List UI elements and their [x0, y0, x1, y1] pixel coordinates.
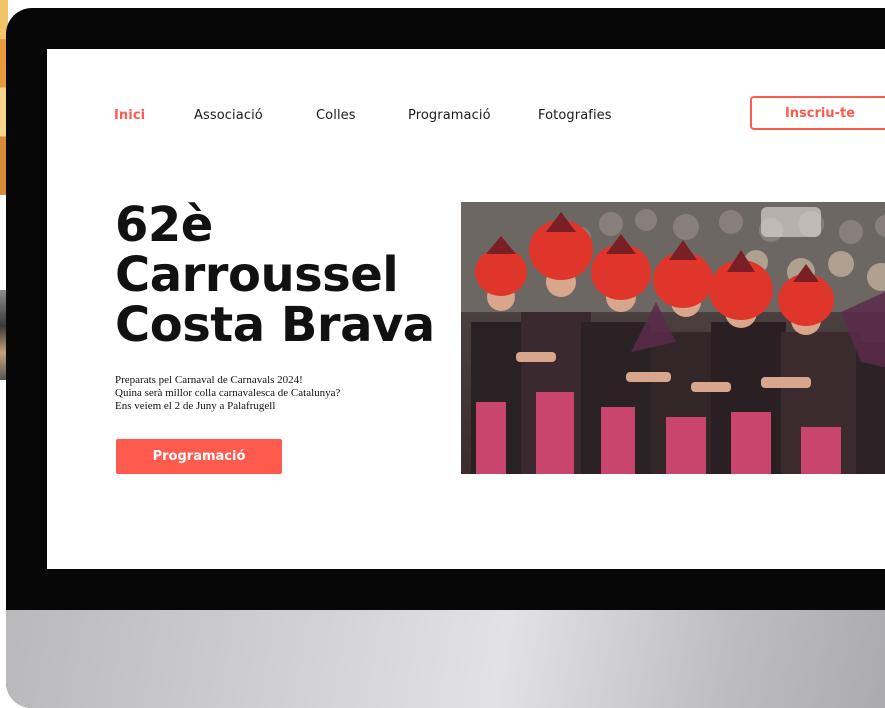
nav-item-fotografies[interactable]: Fotografies — [538, 108, 612, 123]
website-screen: Inici Associació Colles Programació Foto… — [47, 49, 885, 569]
register-button[interactable]: Inscriu-te — [750, 96, 885, 130]
hero-title-line: Carroussel — [115, 247, 399, 303]
nav-item-inici[interactable]: Inici — [114, 108, 145, 123]
photo-illustration — [461, 202, 885, 474]
hero-description: Preparats pel Carnaval de Carnavals 2024… — [115, 374, 435, 413]
programacio-button[interactable]: Programació — [116, 439, 282, 474]
nav-item-programacio[interactable]: Programació — [408, 108, 491, 123]
hero-title: 62è Carroussel Costa Brava — [115, 200, 455, 350]
hero-title-line: 62è — [115, 197, 213, 253]
main-navigation: Inici Associació Colles Programació Foto… — [47, 49, 885, 189]
monitor-chin — [6, 610, 885, 708]
hero-text-line: Quina serà millor colla carnavalesca de … — [115, 387, 341, 399]
nav-item-colles[interactable]: Colles — [316, 108, 356, 123]
carnival-dancers-photo — [461, 202, 885, 474]
hero-title-line: Costa Brava — [115, 297, 435, 353]
monitor-mockup: Inici Associació Colles Programació Foto… — [6, 8, 885, 708]
hero-text-line: Preparats pel Carnaval de Carnavals 2024… — [115, 374, 303, 386]
nav-item-associacio[interactable]: Associació — [194, 108, 263, 123]
hero-text-line: Ens veiem el 2 de Juny a Palafrugell — [115, 400, 276, 412]
